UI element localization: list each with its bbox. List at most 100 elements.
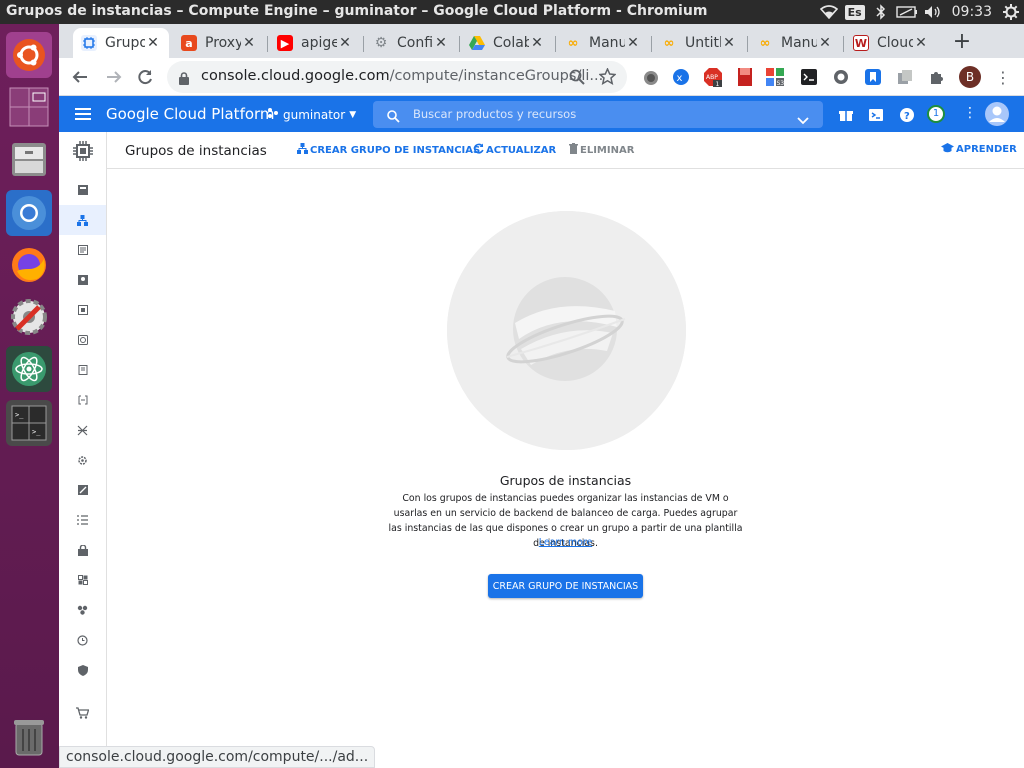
privacy-extension-icon[interactable] (831, 67, 851, 87)
project-selector[interactable]: guminator ▼ (267, 107, 356, 122)
tab-close-icon[interactable]: ✕ (721, 35, 737, 51)
delete-button[interactable]: ELIMINAR (569, 143, 634, 157)
gift-icon[interactable] (839, 107, 853, 126)
migrate-icon[interactable] (59, 385, 106, 415)
back-arrow-icon[interactable] (65, 62, 95, 92)
learn-more-link[interactable]: Learn more (107, 537, 1024, 548)
workspace-switcher-icon[interactable] (6, 84, 52, 130)
atom-editor-icon[interactable] (6, 346, 52, 392)
more-options-icon[interactable]: ⋮ (963, 105, 977, 121)
tab-separator (363, 36, 364, 52)
tab-untitled[interactable]: ∞ Untitled ✕ (653, 28, 745, 58)
tpus-icon[interactable] (59, 325, 106, 355)
tab-close-icon[interactable]: ✕ (145, 35, 161, 51)
tab-grupos-de-instancias[interactable]: Grupos de instancias ✕ (73, 28, 169, 58)
machine-images-icon[interactable] (59, 295, 106, 325)
create-instance-group-button[interactable]: CREAR GRUPO DE INSTANCIAS (297, 143, 480, 157)
tab-cloud[interactable]: W Cloud ✕ (845, 28, 937, 58)
tab-close-icon[interactable]: ✕ (625, 35, 641, 51)
tab-manual-2[interactable]: ∞ Manual ✕ (749, 28, 841, 58)
help-icon[interactable]: ? (900, 107, 914, 126)
cloud-shell-icon[interactable] (869, 107, 883, 126)
keyboard-layout-indicator[interactable]: Es (842, 0, 868, 24)
health-checks-icon[interactable] (59, 595, 106, 625)
bookmark-blue-icon[interactable] (863, 67, 883, 87)
account-avatar-icon[interactable] (985, 102, 1009, 130)
bluetooth-icon[interactable] (868, 0, 894, 24)
tab-close-icon[interactable]: ✕ (241, 35, 257, 51)
committed-use-icon[interactable] (59, 355, 106, 385)
list-icon[interactable] (59, 505, 106, 535)
snapshots-icon[interactable] (59, 445, 106, 475)
wifi-icon[interactable] (816, 0, 842, 24)
svg-text:1: 1 (716, 81, 720, 87)
youtube-icon: ▶ (277, 35, 293, 51)
chromium-icon[interactable] (6, 190, 52, 236)
browser-menu-icon[interactable]: ⋮ (993, 67, 1013, 87)
tab-close-icon[interactable]: ✕ (913, 35, 929, 51)
volume-icon[interactable] (920, 0, 946, 24)
disks-icon[interactable] (59, 415, 106, 445)
network-endpoint-icon[interactable] (59, 565, 106, 595)
adblock-icon[interactable]: ABP 1 (703, 67, 723, 87)
notifications-badge[interactable]: 1 (927, 105, 945, 123)
marketplace-cart-icon[interactable] (59, 698, 106, 728)
schedules-clock-icon[interactable] (59, 625, 106, 655)
shield-icon[interactable] (59, 655, 106, 685)
profile-avatar[interactable]: B (959, 66, 981, 88)
forward-arrow-icon[interactable] (99, 62, 129, 92)
tab-colab[interactable]: Colab ✕ (461, 28, 553, 58)
tab-close-icon[interactable]: ✕ (529, 35, 545, 51)
tab-separator (555, 36, 556, 52)
lock-icon[interactable] (179, 70, 189, 89)
security-lock-icon[interactable] (59, 535, 106, 565)
files-icon[interactable] (6, 136, 52, 182)
learn-button[interactable]: APRENDER (941, 143, 1017, 156)
tab-apigee[interactable]: ▶ apigee ✕ (269, 28, 361, 58)
colab-icon: ∞ (759, 35, 771, 51)
address-bar[interactable]: console.cloud.google.com/compute/instanc… (167, 61, 627, 93)
reload-icon[interactable] (130, 62, 160, 92)
bookmark-star-icon[interactable] (598, 67, 617, 89)
compute-engine-chip-icon[interactable] (59, 135, 106, 167)
zoom-search-icon[interactable] (569, 69, 585, 89)
terminal-icon[interactable]: >_ >_ (6, 400, 52, 446)
translate-icon[interactable]: x (671, 67, 691, 87)
search-input[interactable] (413, 105, 793, 123)
power-gear-icon[interactable] (998, 0, 1024, 24)
gcp-brand[interactable]: Google Cloud Platform (106, 105, 275, 123)
s3-extension-icon[interactable]: S3 (765, 67, 785, 87)
bookmark-red-icon[interactable] (735, 67, 755, 87)
instance-templates-icon[interactable] (59, 235, 106, 265)
ubuntu-dash-icon[interactable] (6, 32, 52, 78)
tab-close-icon[interactable]: ✕ (433, 35, 449, 51)
tab-separator (651, 36, 652, 52)
clock[interactable]: 09:33 (946, 4, 998, 20)
tab-manual[interactable]: ∞ Manual ✕ (557, 28, 649, 58)
url-text[interactable]: console.cloud.google.com/compute/instanc… (201, 68, 603, 84)
battery-icon[interactable] (894, 0, 920, 24)
vm-instances-icon[interactable] (59, 175, 106, 205)
images-icon[interactable] (59, 475, 106, 505)
copy-extension-icon[interactable] (895, 67, 915, 87)
product-search-bar[interactable] (373, 101, 823, 128)
extension-fox-icon[interactable] (641, 67, 661, 87)
svg-text:?: ? (904, 111, 910, 122)
firefox-icon[interactable] (6, 242, 52, 288)
create-instance-group-cta-button[interactable]: CREAR GRUPO DE INSTANCIAS (488, 574, 643, 598)
tab-close-icon[interactable]: ✕ (337, 35, 353, 51)
extensions-puzzle-icon[interactable] (927, 67, 947, 87)
new-tab-plus-icon[interactable]: + (949, 29, 975, 55)
refresh-button[interactable]: ACTUALIZAR (473, 143, 556, 157)
terminal-extension-icon[interactable] (799, 67, 819, 87)
instance-groups-icon[interactable] (59, 205, 106, 235)
trash-icon[interactable] (6, 714, 52, 760)
tab-close-icon[interactable]: ✕ (817, 35, 833, 51)
search-expand-chevron-icon[interactable] (797, 110, 809, 129)
settings-tools-icon[interactable] (6, 294, 52, 340)
sole-tenant-nodes-icon[interactable] (59, 265, 106, 295)
hamburger-menu-icon[interactable] (75, 106, 91, 125)
tab-configuracion[interactable]: ⚙ Configuración ✕ (365, 28, 457, 58)
tab-proxy[interactable]: a Proxy ✕ (173, 28, 265, 58)
drive-icon (469, 35, 485, 51)
